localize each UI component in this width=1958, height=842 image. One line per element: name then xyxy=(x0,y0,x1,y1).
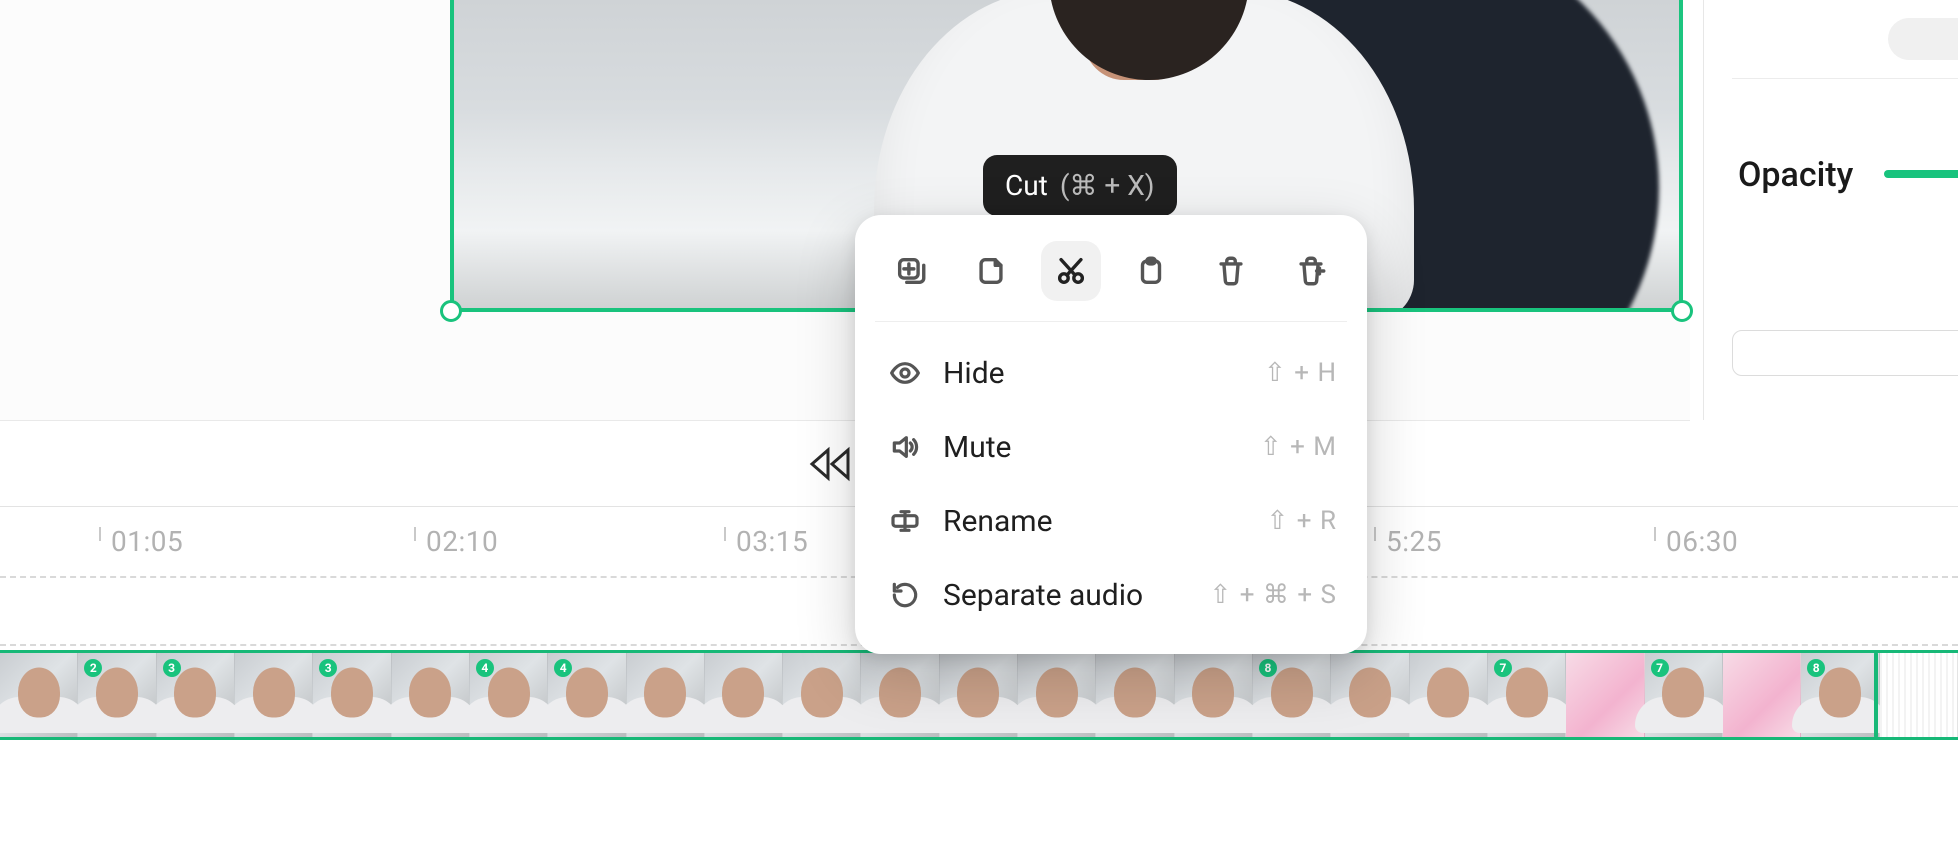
timeline-thumbnail[interactable]: 8 xyxy=(1801,653,1879,737)
property-input[interactable] xyxy=(1732,330,1958,376)
thumbnail-badge: 7 xyxy=(1494,659,1512,677)
timeline-thumbnail[interactable]: 7 xyxy=(1645,653,1723,737)
timeline-thumbnail[interactable] xyxy=(1331,653,1409,737)
thumbnail-badge: 3 xyxy=(319,659,337,677)
timeline-thumbnail[interactable]: 4 xyxy=(470,653,548,737)
ruler-label: 5:25 xyxy=(1386,525,1442,558)
menu-item-shortcut: ⇧ + ⌘ + S xyxy=(1209,580,1337,610)
ruler-tick xyxy=(414,527,416,541)
timeline-thumbnail[interactable]: 2 xyxy=(78,653,156,737)
timeline-thumbnail[interactable] xyxy=(235,653,313,737)
delete-button[interactable] xyxy=(1201,241,1261,301)
properties-panel: Opacity xyxy=(1703,0,1958,420)
thumbnail-badge: 7 xyxy=(1651,659,1669,677)
ruler-label: 06:30 xyxy=(1666,525,1738,558)
timeline-thumbnail[interactable] xyxy=(940,653,1018,737)
tooltip-shortcut: (⌘ + X) xyxy=(1060,169,1155,202)
tooltip-cut: Cut (⌘ + X) xyxy=(983,155,1177,216)
ruler-label: 02:10 xyxy=(426,525,498,558)
ruler-tick xyxy=(724,527,726,541)
menu-item-mute[interactable]: Mute ⇧ + M xyxy=(875,410,1347,484)
menu-item-rename[interactable]: Rename ⇧ + R xyxy=(875,484,1347,558)
divider xyxy=(0,420,1690,421)
menu-item-label: Hide xyxy=(943,356,1005,391)
thumbnail-badge: 4 xyxy=(554,659,572,677)
timeline-thumbnail[interactable] xyxy=(1566,653,1644,737)
rename-icon xyxy=(885,501,925,541)
ruler-label: 01:05 xyxy=(111,525,183,558)
timeline-thumbnail[interactable]: 8 xyxy=(1253,653,1331,737)
ripple-delete-icon xyxy=(1294,254,1328,288)
timeline-thumbnail[interactable] xyxy=(861,653,939,737)
opacity-label: Opacity xyxy=(1738,155,1853,195)
timeline-clip-strip[interactable]: 2 3 3 4 4 8 7 7 8 xyxy=(0,650,1958,740)
menu-item-separate-audio[interactable]: Separate audio ⇧ + ⌘ + S xyxy=(875,558,1347,632)
menu-item-shortcut: ⇧ + M xyxy=(1260,432,1337,462)
clip-resize-handle[interactable] xyxy=(440,300,462,322)
paste-icon xyxy=(1134,254,1168,288)
speaker-icon xyxy=(885,427,925,467)
timeline-thumbnail[interactable]: 4 xyxy=(548,653,626,737)
timeline-thumbnail[interactable] xyxy=(1018,653,1096,737)
timeline-thumbnail[interactable]: 7 xyxy=(1488,653,1566,737)
thumbnail-badge: 4 xyxy=(476,659,494,677)
context-menu: Hide ⇧ + H Mute ⇧ + M Rename ⇧ + R Separate au… xyxy=(855,215,1367,654)
clip-resize-handle[interactable] xyxy=(1671,300,1693,322)
thumbnail-badge: 3 xyxy=(163,659,181,677)
timeline-thumbnail[interactable] xyxy=(627,653,705,737)
duplicate-icon xyxy=(894,254,928,288)
eye-icon xyxy=(885,353,925,393)
timeline-thumbnail[interactable] xyxy=(705,653,783,737)
ripple-delete-button[interactable] xyxy=(1281,241,1341,301)
ruler-label: 03:15 xyxy=(736,525,808,558)
context-menu-list: Hide ⇧ + H Mute ⇧ + M Rename ⇧ + R Separate au… xyxy=(875,322,1347,632)
menu-item-shortcut: ⇧ + R xyxy=(1267,506,1337,536)
ruler-tick xyxy=(99,527,101,541)
timeline-thumbnail[interactable] xyxy=(783,653,861,737)
menu-item-hide[interactable]: Hide ⇧ + H xyxy=(875,336,1347,410)
timeline-thumbnail[interactable] xyxy=(1723,653,1801,737)
cut-button[interactable] xyxy=(1041,241,1101,301)
trash-icon xyxy=(1214,254,1248,288)
menu-item-shortcut: ⇧ + H xyxy=(1264,358,1337,388)
ruler-tick xyxy=(1654,527,1656,541)
copy-icon xyxy=(974,254,1008,288)
duplicate-button[interactable] xyxy=(881,241,941,301)
timeline-thumbnail[interactable] xyxy=(1410,653,1488,737)
timeline-thumbnail[interactable] xyxy=(392,653,470,737)
timeline-thumbnail[interactable]: 3 xyxy=(313,653,391,737)
divider xyxy=(1732,78,1958,79)
clip-end-handle[interactable] xyxy=(1874,652,1878,738)
copy-button[interactable] xyxy=(961,241,1021,301)
thumbnail-badge: 2 xyxy=(84,659,102,677)
timeline-thumbnail[interactable]: 3 xyxy=(157,653,235,737)
opacity-slider[interactable] xyxy=(1884,170,1958,178)
thumbnail-badge: 8 xyxy=(1259,659,1277,677)
playback-controls xyxy=(0,436,1690,494)
tooltip-label: Cut xyxy=(1005,169,1048,202)
menu-item-label: Separate audio xyxy=(943,578,1143,613)
timeline-thumbnail[interactable] xyxy=(1096,653,1174,737)
panel-pill[interactable] xyxy=(1888,18,1958,60)
cut-icon xyxy=(1054,254,1088,288)
ruler-tick xyxy=(1374,527,1376,541)
timeline-thumbnail[interactable] xyxy=(1880,653,1958,737)
thumbnail-badge: 8 xyxy=(1807,659,1825,677)
menu-item-label: Mute xyxy=(943,430,1011,465)
timeline-thumbnail[interactable] xyxy=(0,653,78,737)
rewind-button[interactable] xyxy=(804,442,856,486)
menu-item-label: Rename xyxy=(943,504,1053,539)
paste-button[interactable] xyxy=(1121,241,1181,301)
timeline-thumbnail[interactable] xyxy=(1175,653,1253,737)
separate-icon xyxy=(885,575,925,615)
context-toolbar xyxy=(875,237,1347,322)
preview-area xyxy=(0,0,1690,420)
